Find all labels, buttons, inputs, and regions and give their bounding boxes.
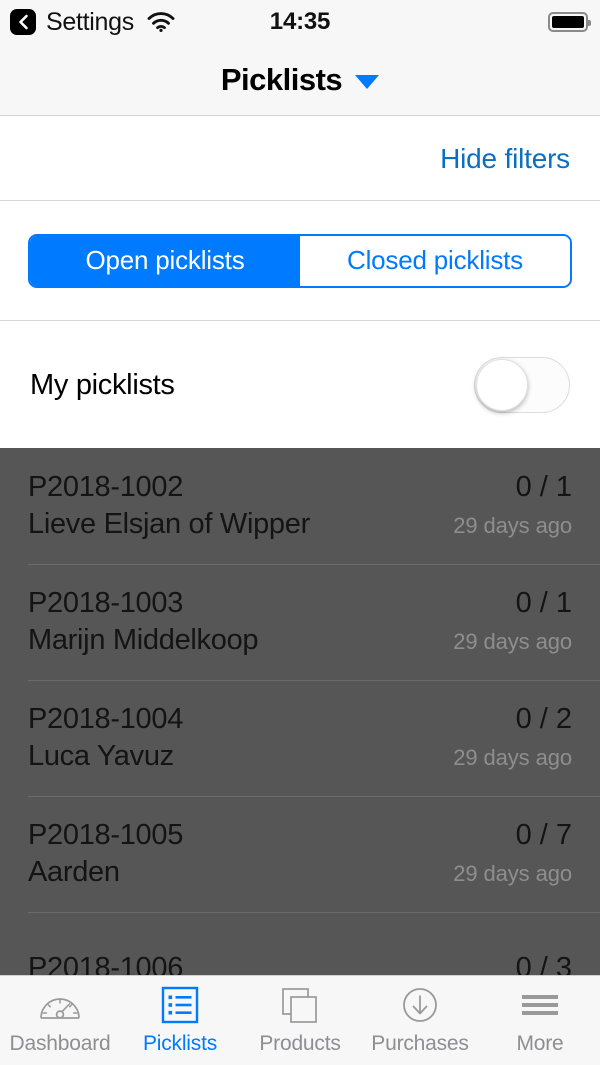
status-bar-right <box>548 12 591 32</box>
picklist-customer-name: Luca Yavuz <box>28 740 174 772</box>
tab-picklists[interactable]: Picklists <box>120 985 240 1056</box>
hide-filters-link[interactable]: Hide filters <box>440 143 570 175</box>
hamburger-icon <box>520 985 560 1025</box>
picklist-count: 0 / 1 <box>515 587 572 619</box>
picklist-code: P2018-1002 <box>28 471 184 503</box>
picklist-timestamp: 29 days ago <box>453 745 572 770</box>
picklist-count: 0 / 2 <box>515 703 572 735</box>
battery-cap <box>588 20 591 26</box>
segment-closed-picklists[interactable]: Closed picklists <box>300 235 570 286</box>
list-item[interactable]: P2018-1003 0 / 1 Marijn Middelkoop 29 da… <box>0 564 600 680</box>
picklist-timestamp: 29 days ago <box>453 513 572 538</box>
picklist-customer-name: Lieve Elsjan of Wipper <box>28 508 310 540</box>
tab-purchases[interactable]: Purchases <box>360 985 480 1056</box>
list-item-primary-line: P2018-1002 0 / 1 <box>28 471 572 504</box>
list-item[interactable]: P2018-1002 0 / 1 Lieve Elsjan of Wipper … <box>0 448 600 564</box>
picklist-count: 0 / 7 <box>515 819 572 851</box>
navigation-bar: Picklists <box>0 44 600 116</box>
tab-label-picklists: Picklists <box>142 1032 218 1055</box>
picklist-code: P2018-1004 <box>28 703 184 735</box>
list-item[interactable]: P2018-1004 0 / 2 Luca Yavuz 29 days ago <box>0 680 600 796</box>
picklist-status-segmented-control[interactable]: Open picklists Closed picklists <box>28 233 572 288</box>
list-item-primary-line: P2018-1004 0 / 2 <box>28 703 572 736</box>
page-title: Picklists <box>220 61 343 97</box>
picklist-count: 0 / 3 <box>515 951 572 976</box>
list-item-secondary-line: Marijn Middelkoop 29 days ago <box>28 624 572 657</box>
picklist-customer-name: Aarden <box>28 856 120 888</box>
list-box-icon <box>161 985 199 1025</box>
picklists-title-dropdown[interactable]: Picklists <box>220 61 380 98</box>
toggle-knob <box>476 359 528 411</box>
picklist-code: P2018-1003 <box>28 587 184 619</box>
tab-more[interactable]: More <box>480 985 600 1056</box>
list-item-secondary-line: Aarden 29 days ago <box>28 856 572 889</box>
picklists-list[interactable]: P2018-1002 0 / 1 Lieve Elsjan of Wipper … <box>0 448 600 975</box>
stacked-squares-icon <box>280 985 320 1025</box>
status-bar: Settings 14:35 <box>0 0 600 44</box>
picklist-code: P2018-1006 <box>28 951 184 976</box>
tab-products[interactable]: Products <box>240 985 360 1056</box>
chevron-down-icon <box>355 74 380 89</box>
list-item-primary-line: P2018-1005 0 / 7 <box>28 819 572 852</box>
status-bar-clock: 14:35 <box>269 8 331 35</box>
list-item-secondary-line: Lieve Elsjan of Wipper 29 days ago <box>28 508 572 541</box>
picklist-timestamp: 29 days ago <box>453 629 572 654</box>
list-item-primary-line: P2018-1006 0 / 3 <box>28 952 572 976</box>
picklist-customer-name: Marijn Middelkoop <box>28 624 259 656</box>
list-item[interactable]: P2018-1006 0 / 3 <box>0 912 600 975</box>
battery-fill <box>552 16 584 28</box>
tab-label-dashboard: Dashboard <box>9 1032 111 1055</box>
segmented-control-container: Open picklists Closed picklists <box>0 201 600 321</box>
tab-dashboard[interactable]: Dashboard <box>0 985 120 1056</box>
list-item-primary-line: P2018-1003 0 / 1 <box>28 587 572 620</box>
my-picklists-label: My picklists <box>30 368 175 401</box>
picklist-code: P2018-1005 <box>28 819 184 851</box>
tab-bar: Dashboard Picklists Products Purchases M… <box>0 975 600 1065</box>
tab-label-purchases: Purchases <box>371 1032 469 1055</box>
my-picklists-toggle[interactable] <box>474 357 570 413</box>
picklist-timestamp: 29 days ago <box>453 861 572 886</box>
app-root: Settings 14:35 Picklists Hide filters Op… <box>0 0 600 1065</box>
picklist-count: 0 / 1 <box>515 471 572 503</box>
my-picklists-row: My picklists <box>0 322 600 448</box>
tab-label-more: More <box>516 1032 564 1055</box>
list-item-secondary-line: Luca Yavuz 29 days ago <box>28 740 572 773</box>
tab-label-products: Products <box>259 1032 341 1055</box>
circle-arrow-down-icon <box>401 985 439 1025</box>
gauge-icon <box>38 985 82 1025</box>
battery-full-icon <box>548 12 591 32</box>
segment-open-picklists[interactable]: Open picklists <box>30 235 300 286</box>
filters-header: Hide filters <box>0 117 600 201</box>
list-item[interactable]: P2018-1005 0 / 7 Aarden 29 days ago <box>0 796 600 912</box>
